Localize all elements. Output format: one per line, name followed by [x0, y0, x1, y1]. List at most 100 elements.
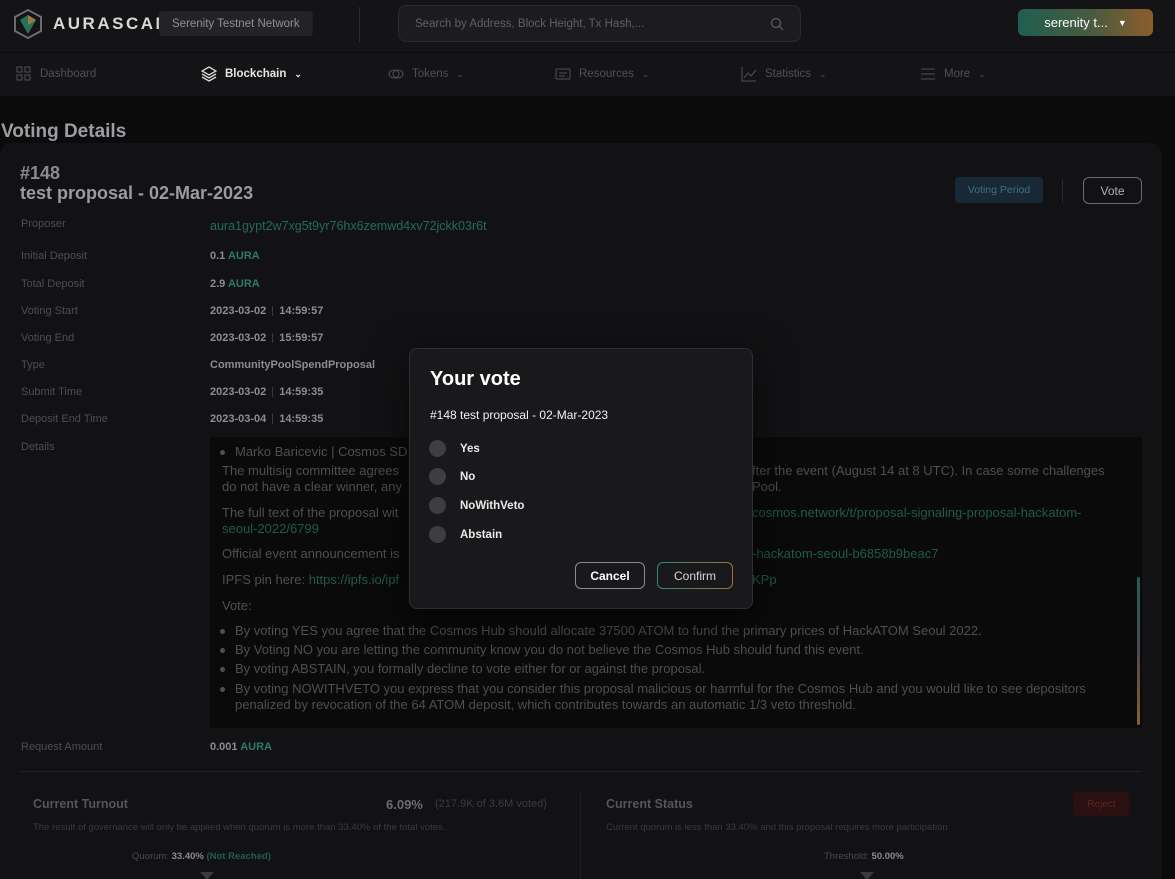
search-placeholder: Search by Address, Block Height, Tx Hash… — [415, 17, 645, 30]
details-line: Pool. — [752, 479, 782, 494]
bullet — [220, 667, 225, 672]
details-line: By Voting NO you are letting the communi… — [235, 642, 864, 657]
quorum-label: Quorum: 33.40% (Not Reached) — [132, 851, 271, 862]
voting-end-label: Voting End — [21, 332, 75, 344]
logo-text: AURASCAN — [53, 14, 171, 33]
divider — [359, 7, 360, 42]
turnout-percent: 6.09% — [386, 797, 423, 812]
divider — [580, 790, 581, 879]
nav-label: More — [944, 68, 971, 80]
turnout-voted: (217.9K of 3.6M voted) — [435, 798, 547, 810]
cancel-button[interactable]: Cancel — [575, 562, 645, 589]
details-line: The multisig committee agrees — [222, 463, 400, 478]
submit-time-value: 2023-03-02 14:59:35 — [210, 386, 324, 398]
details-line: fter the event (August 14 at 8 UTC). In … — [752, 463, 1105, 478]
details-label: Details — [21, 441, 55, 453]
scrollbar[interactable] — [1137, 577, 1140, 725]
status-title: Current Status — [606, 797, 693, 811]
bullet — [220, 629, 225, 634]
bullet — [220, 687, 225, 692]
radio-button[interactable] — [429, 440, 446, 457]
vote-option-no[interactable]: No — [429, 468, 475, 485]
request-amount-label: Request Amount — [21, 741, 103, 753]
status-badge: Reject — [1073, 792, 1130, 816]
details-line: IPFS pin here: https://ipfs.io/ipf — [222, 572, 400, 587]
network-chip[interactable]: Serenity Testnet Network — [159, 11, 313, 36]
menu-icon — [921, 68, 935, 80]
proposer-link[interactable]: aura1gypt2w7xg5t9yr76hx6zemwd4xv72jckk03… — [210, 219, 487, 233]
nav-label: Blockchain — [225, 68, 287, 80]
details-line: By voting YES you agree that the Cosmos … — [235, 623, 982, 638]
radio-button[interactable] — [429, 497, 446, 514]
vote-option-nowithveto[interactable]: NoWithVeto — [429, 497, 524, 514]
vote-dialog: Your vote #148 test proposal - 02-Mar-20… — [409, 348, 753, 609]
turnout-title: Current Turnout — [33, 797, 128, 811]
total-deposit-value: 2.9 AURA — [210, 278, 260, 290]
quorum-marker-icon — [200, 872, 214, 879]
layers-icon — [201, 66, 217, 82]
type-label: Type — [21, 359, 45, 371]
top-bar: AURASCAN Serenity Testnet Network Search… — [0, 0, 1175, 52]
dialog-subtitle: #148 test proposal - 02-Mar-2023 — [430, 408, 609, 422]
turnout-subtitle: The result of governance will only be ap… — [33, 822, 446, 833]
status-subtitle: Current quorum is less than 33.40% and t… — [606, 822, 948, 833]
search-icon[interactable] — [770, 17, 784, 31]
card-icon — [555, 68, 571, 80]
option-label: Abstain — [460, 528, 503, 541]
page-title: Voting Details — [1, 121, 127, 142]
nav-statistics[interactable]: Statistics ⌄ — [741, 66, 827, 82]
grid-icon — [16, 66, 31, 81]
details-link[interactable]: KPp — [752, 572, 777, 588]
radio-button[interactable] — [429, 526, 446, 543]
vote-button[interactable]: Vote — [1083, 177, 1142, 204]
status-badge: Voting Period — [955, 177, 1043, 203]
confirm-button[interactable]: Confirm — [657, 562, 733, 589]
logo[interactable]: AURASCAN — [13, 9, 170, 39]
proposal-title: test proposal - 02-Mar-2023 — [20, 183, 254, 203]
nav-blockchain[interactable]: Blockchain ⌄ — [201, 66, 302, 82]
details-link[interactable]: -hackatom-seoul-b6858b9beac7 — [752, 546, 938, 562]
wallet-label: serenity t... — [1044, 15, 1108, 30]
vote-option-yes[interactable]: Yes — [429, 440, 480, 457]
option-label: No — [460, 470, 476, 483]
type-value: CommunityPoolSpendProposal — [210, 359, 376, 371]
wallet-button[interactable]: serenity t... ▼ — [1018, 9, 1153, 36]
details-line: By voting ABSTAIN, you formally decline … — [235, 661, 706, 676]
threshold-marker-icon — [860, 872, 874, 879]
proposal-id: #148 — [20, 163, 61, 183]
dialog-title: Your vote — [430, 368, 521, 390]
nav-label: Dashboard — [40, 68, 97, 80]
initial-deposit-label: Initial Deposit — [21, 250, 88, 262]
total-deposit-label: Total Deposit — [21, 278, 85, 290]
voting-start-value: 2023-03-02 14:59:57 — [210, 305, 324, 317]
details-line: Official event announcement is — [222, 546, 400, 561]
nav-resources[interactable]: Resources ⌄ — [555, 66, 650, 82]
vote-option-abstain[interactable]: Abstain — [429, 526, 502, 543]
coins-icon — [388, 69, 404, 79]
divider — [20, 771, 1142, 772]
bullet — [220, 450, 225, 455]
nav-label: Resources — [579, 68, 634, 80]
details-link[interactable]: cosmos.network/t/proposal-signaling-prop… — [752, 505, 1081, 521]
option-label: NoWithVeto — [460, 499, 525, 512]
threshold-label: Threshold: 50.00% — [824, 851, 904, 862]
chevron-down-icon: ▼ — [1117, 17, 1127, 28]
nav-tokens[interactable]: Tokens ⌄ — [388, 66, 464, 82]
aurascan-logo-icon — [14, 9, 42, 39]
details-line: The full text of the proposal wit — [222, 505, 399, 520]
deposit-end-value: 2023-03-04 14:59:35 — [210, 413, 324, 425]
search-input[interactable]: Search by Address, Block Height, Tx Hash… — [398, 5, 801, 42]
voting-start-label: Voting Start — [21, 305, 78, 317]
radio-button[interactable] — [429, 468, 446, 485]
nav-dashboard[interactable]: Dashboard — [16, 66, 96, 82]
details-link[interactable]: seoul-2022/6799 — [222, 521, 319, 537]
nav-label: Tokens — [412, 68, 449, 80]
chart-icon — [741, 67, 757, 82]
details-line: penalized by revocation of the 64 ATOM d… — [235, 697, 856, 712]
bullet — [220, 648, 225, 653]
deposit-end-label: Deposit End Time — [21, 413, 108, 425]
request-amount-value: 0.001 AURA — [210, 741, 272, 753]
details-line: do not have a clear winner, any — [222, 479, 402, 494]
initial-deposit-value: 0.1 AURA — [210, 250, 260, 262]
nav-more[interactable]: More ⌄ — [920, 66, 986, 82]
